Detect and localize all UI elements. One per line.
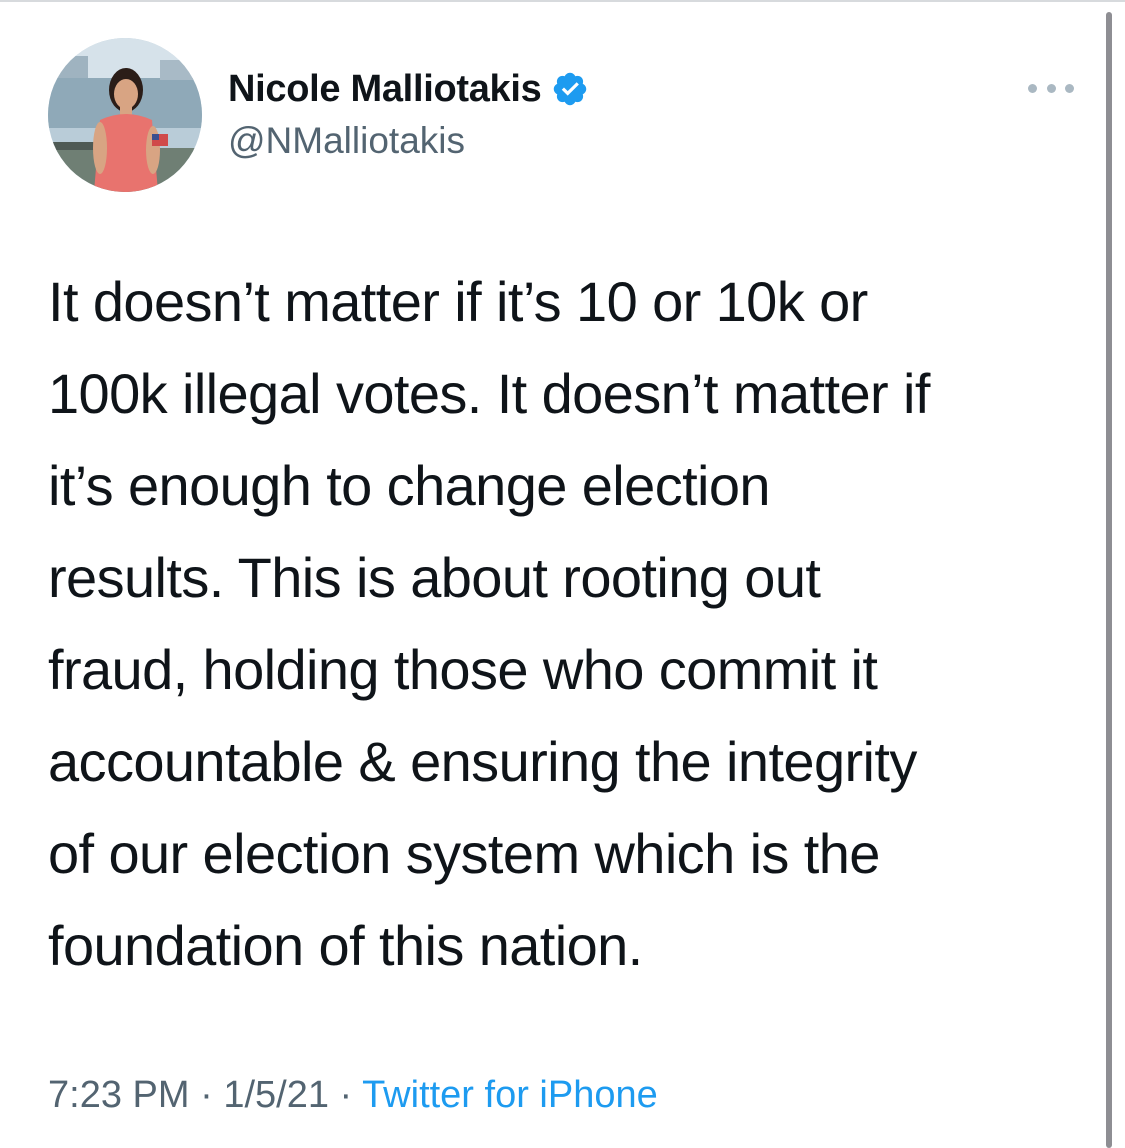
profile-photo <box>48 38 202 192</box>
avatar[interactable] <box>48 38 202 192</box>
top-divider <box>0 0 1125 2</box>
more-dot <box>1046 83 1056 93</box>
scrollbar[interactable] <box>1106 12 1112 1148</box>
tweet-date[interactable]: 1/5/21 <box>223 1074 329 1116</box>
meta-separator: · <box>328 1074 363 1116</box>
tweet-detail-screen: Nicole Malliotakis @NMalliotakis It does… <box>0 0 1125 1148</box>
more-dot <box>1065 83 1074 93</box>
tweet-meta: 7:23 PM · 1/5/21 · Twitter for iPhone <box>48 1074 658 1117</box>
more-options-icon[interactable] <box>1028 78 1074 98</box>
display-name[interactable]: Nicole Malliotakis <box>228 68 542 111</box>
more-dot <box>1028 83 1037 93</box>
tweet-text: It doesn’t matter if it’s 10 or 10k or 1… <box>48 270 930 977</box>
meta-separator: · <box>189 1074 224 1116</box>
verified-badge-icon <box>551 70 589 108</box>
tweet-source-link[interactable]: Twitter for iPhone <box>362 1074 658 1116</box>
tweet-time[interactable]: 7:23 PM <box>48 1074 190 1116</box>
author-name-row[interactable]: Nicole Malliotakis <box>228 64 589 114</box>
author-handle[interactable]: @NMalliotakis <box>228 120 465 162</box>
